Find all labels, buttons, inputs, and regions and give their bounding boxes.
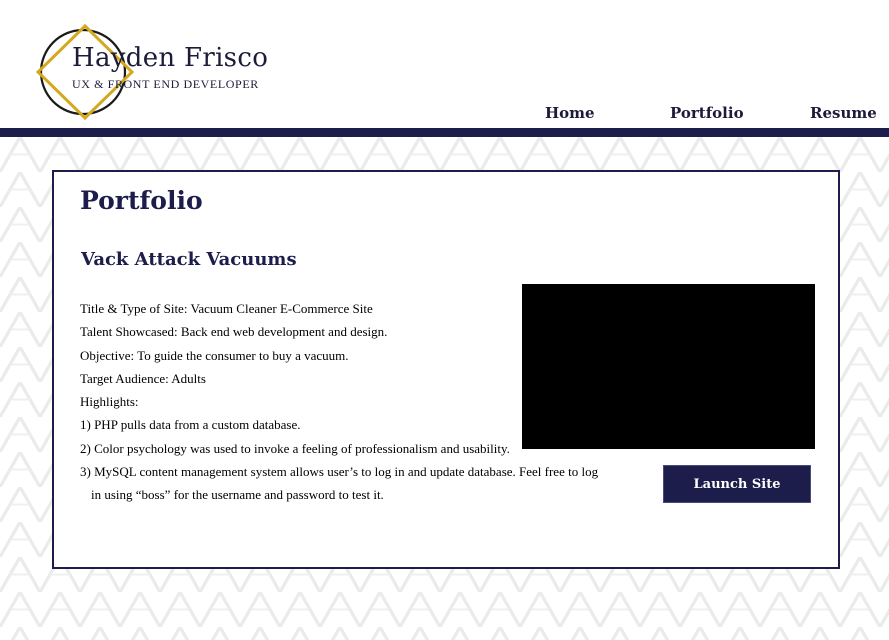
page-title: Portfolio [80,186,203,215]
header-divider-bar [0,128,889,137]
logo-name: Hayden Frisco [72,43,269,73]
nav-resume[interactable]: Resume [810,104,877,122]
site-header: Hayden Frisco UX & FRONT END DEVELOPER H… [0,0,889,128]
launch-site-button[interactable]: Launch Site [663,465,811,503]
project-title: Vack Attack Vacuums [81,249,297,270]
main-nav: Home Portfolio Resume [0,104,889,124]
detail-line: 3) MySQL content management system allow… [80,464,599,480]
portfolio-card: Portfolio Vack Attack Vacuums Title & Ty… [52,170,840,569]
logo-tagline: UX & FRONT END DEVELOPER [72,77,259,91]
nav-portfolio[interactable]: Portfolio [670,104,744,122]
detail-line: in using “boss” for the username and pas… [91,487,384,503]
nav-home[interactable]: Home [545,104,595,122]
site-preview-image [522,284,815,449]
